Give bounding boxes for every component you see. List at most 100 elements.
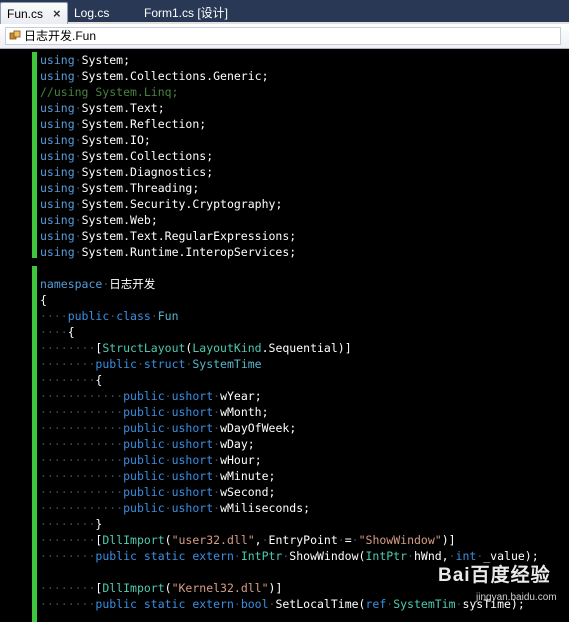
field-type: ushort (171, 421, 214, 435)
keyword: namespace (40, 277, 103, 291)
code-line-dllimport: ········[DllImport("Kernel32.dll")] (40, 581, 283, 595)
tab-label: Form1.cs [设计] (144, 6, 229, 20)
code-line-using: using·System.Text.RegularExpressions; (40, 229, 297, 243)
keyword: using (40, 101, 75, 115)
tab-fun-cs[interactable]: Fun.cs × (0, 2, 68, 24)
keyword: using (40, 213, 75, 227)
code-line-field: ············public·ushort·wYear; (40, 389, 262, 403)
field-type: ushort (171, 501, 214, 515)
field-type: ushort (171, 469, 214, 483)
keyword: public (123, 405, 165, 419)
change-tracking-bar (32, 52, 37, 258)
type-selector-value: 日志开发.Fun (24, 29, 97, 43)
return-type: bool (240, 597, 269, 611)
string-literal: "user32.dll" (171, 533, 255, 547)
field-type: ushort (171, 437, 214, 451)
keyword: ref (365, 597, 387, 611)
code-line-namespace: namespace·日志开发 (40, 277, 156, 291)
watermark-url: jingyan.baidu.com (476, 592, 557, 603)
baidu-jingyan-watermark: Bai百度经验 jingyan.baidu.com (438, 560, 568, 612)
class-name: Fun (157, 309, 179, 323)
code-line-using: using·System.IO; (40, 133, 151, 147)
keyword: struct (143, 357, 186, 371)
close-icon[interactable]: × (53, 3, 61, 25)
named-argument: EntryPoint (268, 533, 338, 547)
field-name: wDayOfWeek (220, 421, 290, 435)
code-editor[interactable]: using·System; using·System.Collections.Ge… (0, 49, 569, 622)
watermark-logo: Bai百度经验 (438, 565, 551, 586)
struct-name: SystemTime (192, 357, 262, 371)
attribute-name: DllImport (102, 533, 165, 547)
keyword: using (40, 165, 75, 179)
keyword: public (123, 485, 165, 499)
keyword: public (123, 469, 165, 483)
code-line-dllimport: ········[DllImport("user32.dll",·EntryPo… (40, 533, 456, 547)
param-type: IntPtr (365, 549, 408, 563)
keyword: using (40, 133, 75, 147)
class-icon (9, 30, 21, 40)
method-name: SetLocalTime (275, 597, 359, 611)
change-tracking-bar (32, 266, 37, 622)
field-name: wMinute (220, 469, 269, 483)
keyword: public (123, 389, 165, 403)
keyword: public static extern (95, 549, 234, 563)
field-type: ushort (171, 453, 214, 467)
code-line-field: ············public·ushort·wMonth; (40, 405, 269, 419)
using-namespace: System.Collections.Generic (81, 69, 262, 83)
document-tab-strip: Fun.cs × Log.cs Form1.cs [设计] (0, 0, 569, 24)
navigation-bar: 日志开发.Fun (0, 24, 569, 49)
using-namespace: System.IO (81, 133, 144, 147)
code-line-field: ············public·ushort·wSecond; (40, 485, 276, 499)
field-type: ushort (171, 405, 214, 419)
keyword: public (67, 309, 110, 323)
code-line-struct: ········public·struct·SystemTime (40, 357, 262, 371)
keyword: class (116, 309, 151, 323)
keyword: public (123, 437, 165, 451)
field-name: wYear (220, 389, 255, 403)
keyword: using (40, 117, 75, 131)
keyword: public (123, 421, 165, 435)
keyword: using (40, 53, 75, 67)
field-name: wSecond (220, 485, 269, 499)
code-line-brace: ········} (40, 517, 103, 531)
using-namespace: System.Threading (81, 181, 193, 195)
indicator-margin (0, 49, 20, 622)
code-line-field: ············public·ushort·wDayOfWeek; (40, 421, 297, 435)
using-namespace: System.Diagnostics (81, 165, 207, 179)
enum-value: .Sequential (261, 341, 338, 355)
type-selector-dropdown[interactable]: 日志开发.Fun (5, 27, 561, 45)
method-name: ShowWindow (289, 549, 359, 563)
field-name: wMonth (220, 405, 262, 419)
attribute-name: StructLayout (102, 341, 186, 355)
code-line-field: ············public·ushort·wMiliseconds; (40, 501, 311, 515)
keyword: public static extern (95, 597, 234, 611)
using-namespace: System.Reflection (81, 117, 200, 131)
using-namespace: System.Security.Cryptography (81, 197, 276, 211)
using-namespace: System (81, 53, 124, 67)
code-line-using: using·System.Diagnostics; (40, 165, 214, 179)
keyword: public (123, 453, 165, 467)
code-line-using: using·System.Security.Cryptography; (40, 197, 283, 211)
tab-form1-designer[interactable]: Form1.cs [设计] (138, 2, 248, 24)
code-line-field: ············public·ushort·wHour; (40, 453, 262, 467)
keyword: using (40, 197, 75, 211)
string-literal: "Kernel32.dll" (171, 581, 269, 595)
tab-log-cs[interactable]: Log.cs (68, 2, 138, 24)
keyword: public (123, 501, 165, 515)
namespace-name: 日志开发 (109, 277, 156, 291)
code-line-using: using·System.Collections.Generic; (40, 69, 269, 83)
enum-type: LayoutKind (192, 341, 262, 355)
keyword: using (40, 69, 75, 83)
code-line-field: ············public·ushort·wDay; (40, 437, 255, 451)
field-name: wDay (220, 437, 248, 451)
code-line-brace: ····{ (40, 325, 75, 339)
string-literal: "ShowWindow" (358, 533, 442, 547)
keyword: using (40, 229, 75, 243)
keyword: using (40, 149, 75, 163)
field-name: wHour (220, 453, 255, 467)
attribute-name: DllImport (102, 581, 165, 595)
code-line-using: using·System.Reflection; (40, 117, 207, 131)
code-line-field: ············public·ushort·wMinute; (40, 469, 276, 483)
field-type: ushort (171, 389, 214, 403)
field-type: ushort (171, 485, 214, 499)
